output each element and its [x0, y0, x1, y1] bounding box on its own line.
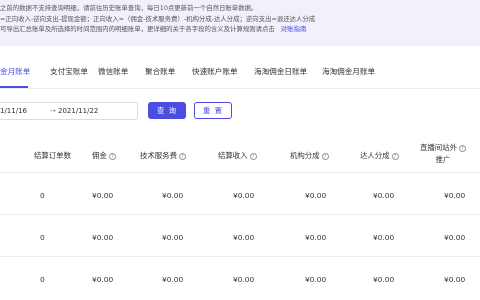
cell-settle-income: ¥0.00 [233, 191, 255, 200]
notice-line-1: 之前的数据不支持查询明细，请前往历史账单查询，每日10点更新前一个自然日账单数据… [0, 4, 258, 12]
help-icon[interactable]: ? [391, 153, 399, 160]
notice-line-3: 可导出汇总账单及所选择的时间范围内的明细账单，更详细的关于各字段的含义及计算规则… [0, 24, 480, 35]
cell-org-share: ¥0.00 [305, 191, 327, 200]
start-date[interactable]: 1/11/16 [0, 103, 27, 119]
query-button[interactable]: 查 询 [148, 102, 186, 119]
cell-live-promo: ¥0.00 [444, 191, 466, 200]
end-date[interactable]: 2021/11/22 [58, 103, 98, 119]
help-icon[interactable]: ? [108, 153, 116, 160]
tab-wechat[interactable]: 微信账单 [98, 66, 128, 77]
tab-quick-account[interactable]: 快速账户账单 [192, 66, 238, 77]
notice-banner: 之前的数据不支持查询明细，请前往历史账单查询，每日10点更新前一个自然日账单数据… [0, 0, 480, 46]
cell-commission: ¥0.00 [92, 233, 114, 242]
cell-commission: ¥0.00 [92, 191, 114, 200]
tab-commission-monthly[interactable]: 金月账单 [0, 66, 30, 77]
cell-orders: 0 [40, 233, 45, 242]
help-icon[interactable]: ? [458, 145, 466, 152]
cell-settle-income: ¥0.00 [233, 233, 255, 242]
help-icon[interactable]: ? [178, 153, 186, 160]
cell-orders: 0 [40, 275, 45, 284]
notice-line-2: =正向收入-逆向支出-提现金额；正向收入=（佣金-技术服务费）-机构分成-达人分… [0, 14, 316, 23]
tab-haitao-monthly[interactable]: 海淘佣金月账单 [322, 66, 375, 77]
cell-talent-share: ¥0.00 [373, 233, 395, 242]
reconciliation-guide-link[interactable]: 对账指南 [281, 25, 307, 33]
tab-haitao-daily[interactable]: 海淘佣金日账单 [254, 66, 307, 77]
filter-bar: 1/11/16 → 2021/11/22 查 询 重 置 [0, 102, 480, 120]
table-row: 0 ¥0.00 ¥0.00 ¥0.00 ¥0.00 ¥0.00 ¥0.00 [0, 214, 480, 256]
table-row: 0 ¥0.00 ¥0.00 ¥0.00 ¥0.00 ¥0.00 ¥0.00 [0, 256, 480, 298]
cell-tech-fee: ¥0.00 [162, 191, 184, 200]
cell-commission: ¥0.00 [92, 275, 114, 284]
help-icon[interactable]: ? [321, 153, 329, 160]
reset-button[interactable]: 重 置 [194, 102, 232, 119]
cell-talent-share: ¥0.00 [373, 191, 395, 200]
bill-tabs: 金月账单 支付宝账单 微信账单 聚合账单 快速账户账单 海淘佣金日账单 海淘佣金… [0, 66, 480, 88]
cell-orders: 0 [40, 191, 45, 200]
date-separator: → [50, 107, 56, 115]
cell-org-share: ¥0.00 [305, 233, 327, 242]
cell-live-promo: ¥0.00 [444, 233, 466, 242]
tab-alipay[interactable]: 支付宝账单 [50, 66, 88, 77]
cell-tech-fee: ¥0.00 [162, 233, 184, 242]
cell-talent-share: ¥0.00 [373, 275, 395, 284]
table-row: 0 ¥0.00 ¥0.00 ¥0.00 ¥0.00 ¥0.00 ¥0.00 [0, 172, 480, 214]
cell-live-promo: ¥0.00 [444, 275, 466, 284]
tabs-divider [0, 88, 480, 89]
cell-settle-income: ¥0.00 [233, 275, 255, 284]
notice-line-3-text: 可导出汇总账单及所选择的时间范围内的明细账单，更详细的关于各字段的含义及计算规则… [0, 25, 275, 33]
table-header: 结算订单数 佣金? 技术服务费? 结算收入? 机构分成? 达人分成? 直播间站外… [0, 136, 480, 172]
help-icon[interactable]: ? [249, 153, 257, 160]
cell-org-share: ¥0.00 [305, 275, 327, 284]
tab-aggregate[interactable]: 聚合账单 [145, 66, 175, 77]
cell-tech-fee: ¥0.00 [162, 275, 184, 284]
date-range-picker[interactable]: 1/11/16 → 2021/11/22 [0, 102, 138, 120]
